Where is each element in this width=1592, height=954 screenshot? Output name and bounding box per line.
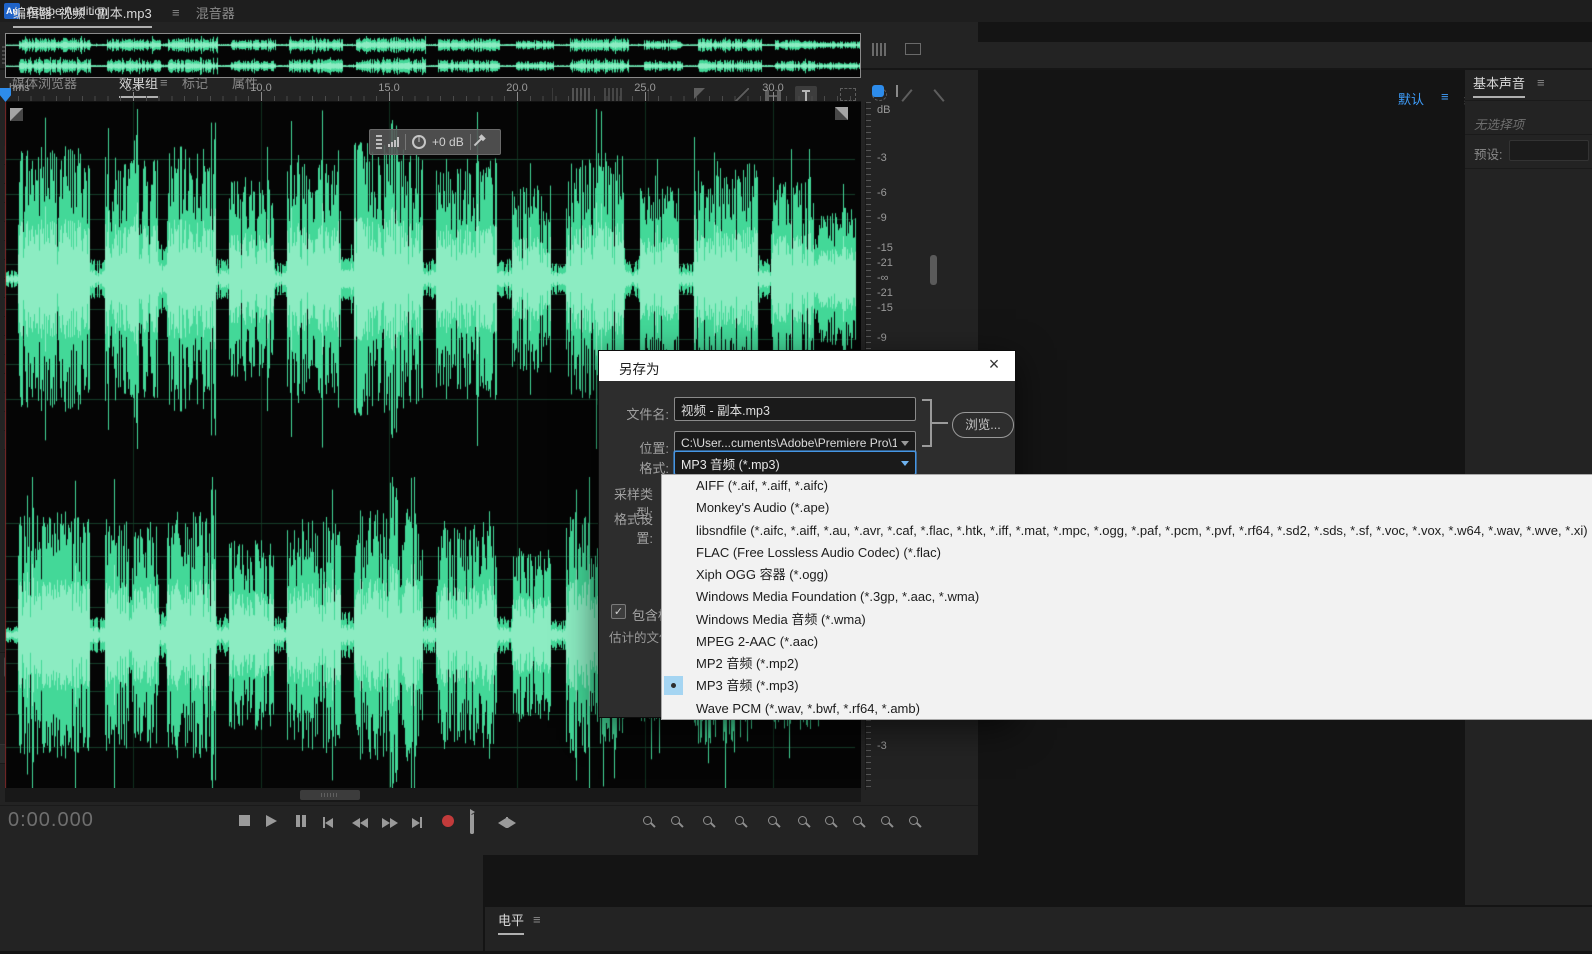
format-option[interactable]: MP2 音频 (*.mp2) (662, 653, 1592, 675)
timeline-ruler[interactable]: 5.010.015.020.025.030.0 (5, 80, 861, 102)
preset-label: 预设: (1474, 144, 1502, 163)
format-dropdown-list: AIFF (*.aif, *.aiff, *.aifc) Monkey's Au… (661, 474, 1592, 720)
ruler-major-tick (773, 92, 774, 101)
fast-forward-button[interactable] (382, 815, 398, 833)
format-settings-label: 格式设置: (599, 509, 653, 547)
ruler-major-tick (261, 92, 262, 101)
editor-panel-tabs: 编辑器: 视频 - 副本.mp3 混音器 (13, 2, 235, 28)
pin-icon[interactable] (473, 138, 481, 146)
chevron-down-icon (901, 461, 909, 466)
format-option[interactable]: Windows Media Foundation (*.3gp, *.aac, … (662, 586, 1592, 608)
no-selection-message: 无选择项 (1474, 114, 1524, 133)
tab-basic-sound[interactable]: 基本声音 (1473, 72, 1525, 98)
zoom-sel-right-icon[interactable] (825, 816, 834, 825)
rewind-button[interactable] (352, 815, 368, 833)
hud-gain-value: +0 dB (432, 135, 464, 149)
db-tick-label: -9 (877, 332, 887, 344)
db-tick-label: -6 (877, 187, 887, 199)
fade-out-handle[interactable] (835, 107, 848, 120)
transport-bar: 0:00.000 (0, 805, 978, 835)
hud-meter-icon (388, 137, 399, 147)
location-label: 位置: (639, 438, 669, 457)
workspace-menu-icon[interactable]: ≡ (1441, 89, 1449, 104)
panel-menu-icon[interactable]: ≡ (533, 912, 541, 927)
skip-to-end-button[interactable] (412, 815, 422, 833)
db-tick-label: -3 (877, 152, 887, 164)
db-unit-label: dB (877, 104, 890, 116)
hud-grip-icon[interactable] (376, 135, 382, 149)
skip-selection-button[interactable] (498, 815, 516, 833)
ruler-major-tick (389, 92, 390, 101)
db-tick-label: -21 (877, 257, 893, 269)
overview-waveform-canvas[interactable] (6, 34, 860, 77)
pause-button[interactable] (296, 815, 306, 827)
ruler-major-tick (517, 92, 518, 101)
selected-marker-icon (664, 676, 683, 695)
tab-levels[interactable]: 电平 (498, 909, 524, 935)
db-tick-label: -15 (877, 242, 893, 254)
chevron-down-icon (901, 441, 909, 446)
tab-editor[interactable]: 编辑器: 视频 - 副本.mp3 (13, 2, 152, 28)
db-tick-label: -15 (877, 302, 893, 314)
dialog-title: 另存为 (619, 358, 660, 378)
levels-panel: 电平 ≡ (485, 907, 1592, 951)
panel-menu-icon[interactable]: ≡ (1537, 75, 1545, 90)
fade-in-handle[interactable] (10, 108, 23, 121)
show-spectral-icon[interactable] (905, 43, 921, 55)
ruler-major-tick (133, 92, 134, 101)
zoom-history-icon[interactable] (881, 816, 890, 825)
title-bar: Au Adobe Audition (0, 0, 1592, 22)
format-option[interactable]: Wave PCM (*.wav, *.bwf, *.rf64, *.amb) (662, 698, 1592, 720)
db-tick-label: -9 (877, 212, 887, 224)
skip-to-start-button[interactable] (323, 815, 333, 833)
format-option[interactable]: MPEG 2-AAC (*.aac) (662, 631, 1592, 653)
format-option[interactable]: AIFF (*.aif, *.aiff, *.aifc) (662, 475, 1592, 497)
db-infinity-label: -∞ (877, 272, 889, 284)
marker-flag-icon[interactable] (896, 85, 898, 97)
db-tick-label: -21 (877, 287, 893, 299)
browse-button[interactable]: 浏览... (952, 412, 1014, 438)
zoom-custom-icon[interactable] (909, 816, 918, 825)
bracket-decoration (922, 399, 932, 447)
record-button[interactable] (442, 815, 454, 827)
format-option[interactable]: Monkey's Audio (*.ape) (662, 497, 1592, 519)
include-markers-checkbox[interactable]: ✓ (611, 604, 626, 619)
workspace-selector[interactable]: 默认 (1398, 89, 1424, 108)
horizontal-scrollbar-handle[interactable] (300, 790, 360, 800)
bracket-decoration (932, 422, 948, 424)
zoom-out-full-icon[interactable] (735, 816, 744, 825)
gain-hud[interactable]: +0 dB (369, 129, 501, 155)
format-combo[interactable]: MP3 音频 (*.mp3) (674, 451, 916, 475)
zoom-in-time-icon[interactable] (643, 816, 652, 825)
stop-button[interactable] (239, 815, 250, 826)
loudness-indicator-icon[interactable] (872, 85, 884, 97)
zoom-reset-icon[interactable] (768, 816, 777, 825)
time-display: 0:00.000 (8, 809, 94, 832)
play-button[interactable] (266, 815, 277, 827)
horizontal-scrollbar[interactable] (5, 788, 861, 802)
zoom-sel-left-icon[interactable] (798, 816, 807, 825)
zoom-in-full-icon[interactable] (703, 816, 712, 825)
zoom-selection-icon[interactable] (853, 816, 862, 825)
show-waveform-icon[interactable] (872, 43, 888, 56)
format-option[interactable]: libsndfile (*.aifc, *.aiff, *.au, *.avr,… (662, 520, 1592, 542)
format-option[interactable]: Windows Media 音频 (*.wma) (662, 609, 1592, 631)
hud-gain-knob[interactable] (412, 135, 426, 149)
tab-mixer[interactable]: 混音器 (196, 2, 235, 28)
ruler-major-tick (645, 92, 646, 101)
format-option[interactable]: FLAC (Free Lossless Audio Codec) (*.flac… (662, 542, 1592, 564)
close-icon[interactable]: × (983, 354, 1005, 375)
format-option[interactable]: MP3 音频 (*.mp3) (662, 675, 1592, 697)
vertical-scrollbar[interactable] (930, 255, 937, 285)
format-option[interactable]: Xiph OGG 容器 (*.ogg) (662, 564, 1592, 586)
db-tick-label: -3 (877, 740, 887, 752)
ruler-unit-label: hms (9, 82, 30, 94)
panel-menu-icon[interactable]: ≡ (172, 5, 180, 20)
preset-input[interactable] (1509, 140, 1589, 161)
zoom-out-time-icon[interactable] (671, 816, 680, 825)
loop-playback-button[interactable] (470, 813, 474, 834)
filename-label: 文件名: (626, 404, 669, 423)
dialog-title-bar[interactable]: 另存为 × (599, 351, 1015, 381)
filename-input[interactable]: 视频 - 副本.mp3 (674, 397, 916, 421)
